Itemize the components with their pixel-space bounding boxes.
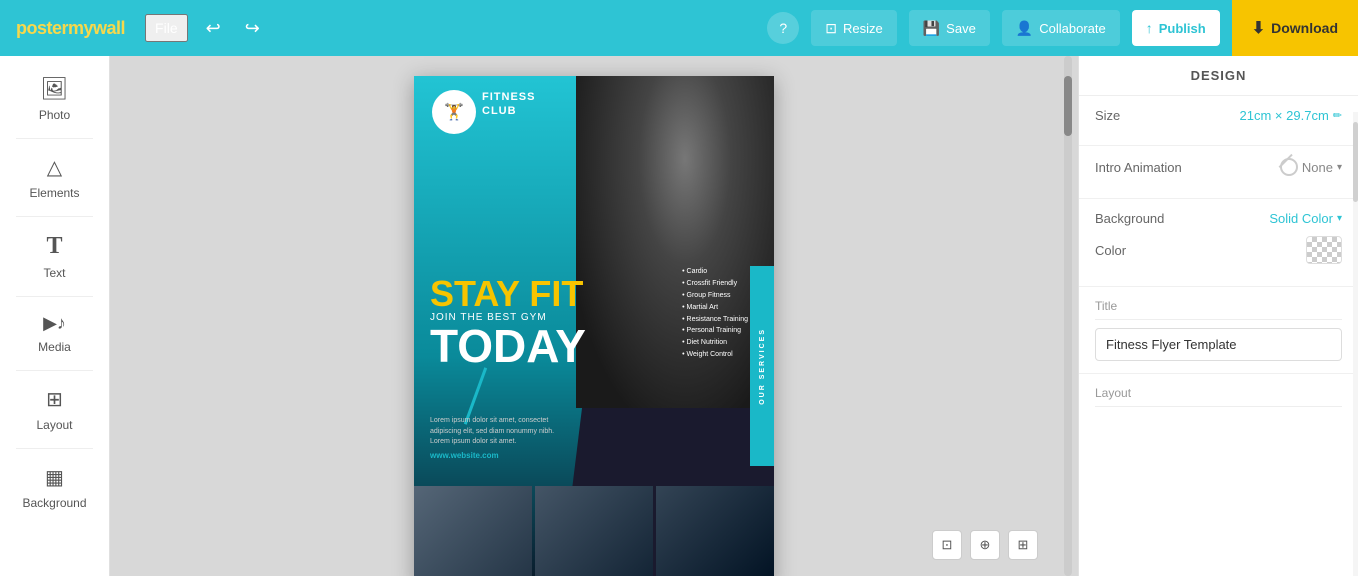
elements-icon: △ xyxy=(47,155,62,180)
title-label: Title xyxy=(1095,299,1342,313)
file-menu[interactable]: File xyxy=(145,14,188,42)
zoom-in-icon: ⊞ xyxy=(1018,537,1029,553)
publish-button[interactable]: ↑ Publish xyxy=(1132,10,1220,46)
chevron-down-icon-2: ▾ xyxy=(1337,213,1342,224)
download-button[interactable]: ⬇ Download xyxy=(1232,0,1358,56)
animation-value[interactable]: None ▾ xyxy=(1280,158,1342,176)
sidebar-item-text[interactable]: T Text xyxy=(10,223,100,290)
panel-background-section: Background Solid Color ▾ Color xyxy=(1079,199,1358,287)
flyer-photo-2 xyxy=(535,486,653,576)
canvas-toolbar-bottom: ⊡ ⊕ ⊞ xyxy=(932,530,1038,560)
animation-row: Intro Animation None ▾ xyxy=(1095,158,1342,176)
flyer-brand: FITNESS CLUB xyxy=(482,90,535,119)
background-value[interactable]: Solid Color ▾ xyxy=(1269,211,1342,226)
panel-title-section: Title xyxy=(1079,287,1358,374)
save-icon: 💾 xyxy=(923,20,940,37)
undo-button[interactable]: ↩ xyxy=(200,14,227,43)
panel-header: DESIGN xyxy=(1079,56,1358,96)
color-row: Color xyxy=(1095,236,1342,264)
save-button[interactable]: 💾 Save xyxy=(909,10,990,46)
flyer-main-text: STAY FIT JOIN THE BEST GYM TODAY xyxy=(430,276,586,369)
sidebar-divider xyxy=(16,138,92,139)
sidebar-divider-2 xyxy=(16,216,92,217)
canvas-area[interactable]: 🏋 FITNESS CLUB STAY FIT JOIN THE BEST GY… xyxy=(110,56,1078,576)
panel-layout-section: Layout xyxy=(1079,374,1358,427)
logo-icon: 🏋 xyxy=(444,102,464,122)
app-logo: postermywall xyxy=(16,18,125,39)
panel-size-section: Size 21cm × 29.7cm ✏ xyxy=(1079,96,1358,146)
sidebar-divider-3 xyxy=(16,296,92,297)
download-icon: ⬇ xyxy=(1252,18,1265,38)
sidebar-divider-5 xyxy=(16,448,92,449)
edit-icon: ✏ xyxy=(1333,109,1342,122)
canvas-zoom-fit-button[interactable]: ⊕ xyxy=(970,530,1000,560)
flyer-photo-3 xyxy=(656,486,774,576)
resize-icon: ⊡ xyxy=(825,20,837,37)
color-label: Color xyxy=(1095,243,1126,258)
zoom-fit-icon: ⊕ xyxy=(980,537,991,553)
media-icon: ▶♪ xyxy=(43,313,66,334)
panel-scrollbar-thumb xyxy=(1353,122,1358,202)
sidebar-item-photo[interactable]: 🖼 Photo xyxy=(10,66,100,132)
help-button[interactable]: ? xyxy=(767,12,799,44)
flyer-photo-1 xyxy=(414,486,532,576)
flyer-body-text: Lorem ipsum dolor sit amet, consectet ad… xyxy=(430,416,560,448)
chevron-down-icon: ▾ xyxy=(1337,162,1342,173)
canvas-zoom-out-button[interactable]: ⊡ xyxy=(932,530,962,560)
sidebar-item-background[interactable]: ▦ Background xyxy=(10,455,100,520)
zoom-out-icon: ⊡ xyxy=(942,537,953,553)
flyer-services-bar: OUR SERVICES xyxy=(750,266,774,466)
sidebar-item-layout[interactable]: ⊞ Layout xyxy=(10,377,100,442)
resize-button[interactable]: ⊡ Resize xyxy=(811,10,896,46)
panel-scrollbar xyxy=(1353,112,1358,576)
right-panel: DESIGN Size 21cm × 29.7cm ✏ Intro Animat… xyxy=(1078,56,1358,576)
topbar: postermywall File ↩ ↪ ? ⊡ Resize 💾 Save … xyxy=(0,0,1358,56)
title-divider xyxy=(1095,319,1342,320)
collaborate-button[interactable]: 👤 Collaborate xyxy=(1002,10,1120,46)
left-sidebar: 🖼 Photo △ Elements T Text ▶♪ Media ⊞ Lay… xyxy=(0,56,110,576)
photo-icon: 🖼 xyxy=(41,76,69,102)
background-icon: ▦ xyxy=(45,465,64,490)
panel-animation-section: Intro Animation None ▾ xyxy=(1079,146,1358,199)
title-input[interactable] xyxy=(1095,328,1342,361)
layout-icon: ⊞ xyxy=(46,387,63,412)
flyer-website: www.website.com xyxy=(430,451,499,460)
layout-divider xyxy=(1095,406,1342,407)
flyer-preview[interactable]: 🏋 FITNESS CLUB STAY FIT JOIN THE BEST GY… xyxy=(414,76,774,576)
flyer-services-list: • Cardio • Crossfit Friendly • Group Fit… xyxy=(682,266,748,361)
text-icon: T xyxy=(46,233,62,260)
none-circle-icon xyxy=(1280,158,1298,176)
canvas-scrollbar[interactable] xyxy=(1064,56,1072,576)
main-area: 🖼 Photo △ Elements T Text ▶♪ Media ⊞ Lay… xyxy=(0,56,1358,576)
color-swatch[interactable] xyxy=(1306,236,1342,264)
size-label: Size xyxy=(1095,108,1120,123)
flyer-bottom-photos xyxy=(414,486,774,576)
sidebar-divider-4 xyxy=(16,370,92,371)
size-row: Size 21cm × 29.7cm ✏ xyxy=(1095,108,1342,123)
flyer-logo: 🏋 xyxy=(432,90,476,134)
animation-label: Intro Animation xyxy=(1095,160,1182,175)
sidebar-item-elements[interactable]: △ Elements xyxy=(10,145,100,210)
layout-label: Layout xyxy=(1095,386,1342,400)
redo-button[interactable]: ↪ xyxy=(239,14,266,43)
publish-icon: ↑ xyxy=(1146,20,1153,36)
canvas-zoom-in-button[interactable]: ⊞ xyxy=(1008,530,1038,560)
collaborate-icon: 👤 xyxy=(1016,20,1033,37)
canvas-scrollbar-thumb xyxy=(1064,76,1072,136)
background-label: Background xyxy=(1095,211,1164,226)
size-value[interactable]: 21cm × 29.7cm ✏ xyxy=(1240,108,1342,123)
sidebar-item-media[interactable]: ▶♪ Media xyxy=(10,303,100,364)
background-row: Background Solid Color ▾ xyxy=(1095,211,1342,226)
